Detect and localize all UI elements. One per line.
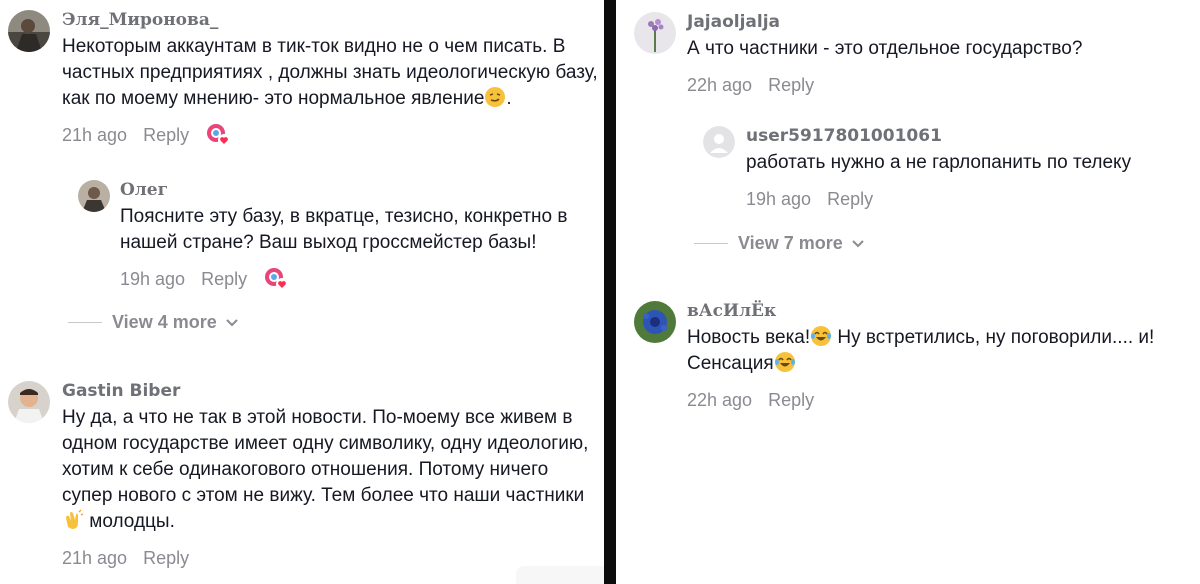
- comment-username[interactable]: Олег: [120, 180, 600, 200]
- divider-line: [68, 322, 102, 323]
- comment-username[interactable]: user5917801001061: [746, 126, 1196, 146]
- comment-text: Новость века! Ну встретились, ну поговор…: [687, 325, 1155, 374]
- avatar[interactable]: [634, 301, 676, 343]
- comment-timestamp: 19h ago: [746, 188, 812, 209]
- laughing-tears-emoji-icon: [774, 351, 796, 373]
- column-divider: [604, 0, 616, 584]
- view-more-replies-button[interactable]: View 4 more: [68, 312, 239, 333]
- avatar[interactable]: [634, 12, 676, 54]
- reply-button[interactable]: Reply: [143, 548, 189, 569]
- chevron-down-icon: [851, 233, 865, 254]
- comment-timestamp: 19h ago: [120, 268, 186, 289]
- avatar[interactable]: [8, 10, 50, 52]
- default-avatar-icon[interactable]: [703, 126, 735, 158]
- view-more-replies-button[interactable]: View 7 more: [694, 233, 865, 254]
- view-more-label: View 7 more: [738, 233, 843, 253]
- comment-timestamp: 22h ago: [687, 389, 753, 410]
- smirk-emoji-icon: [484, 86, 506, 108]
- avatar[interactable]: [8, 381, 50, 423]
- comment-username[interactable]: Эля_Миронова_: [62, 10, 602, 30]
- laughing-tears-emoji-icon: [810, 325, 832, 347]
- comment-username[interactable]: вАсИлЁк: [687, 301, 1199, 321]
- comment-meta: 22h ago Reply: [687, 387, 1199, 413]
- divider-line: [694, 243, 728, 244]
- right-comment-column: Jajaoljalja А что частники - это отдельн…: [616, 0, 1200, 584]
- comment-meta: 19h ago Reply: [120, 266, 600, 292]
- comment-timestamp: 22h ago: [687, 74, 753, 95]
- clap-emoji-icon: [62, 509, 84, 531]
- comment-text: Поясните эту базу, в вкратце, тезисно, к…: [120, 206, 568, 253]
- reply-button[interactable]: Reply: [143, 125, 189, 146]
- avatar[interactable]: [78, 180, 110, 212]
- view-more-label: View 4 more: [112, 312, 217, 332]
- reply-button[interactable]: Reply: [768, 390, 814, 411]
- comment-username[interactable]: Gastin Biber: [62, 381, 602, 401]
- comment-text: Некоторым аккаунтам в тик-ток видно не о…: [62, 36, 598, 109]
- comment-text: Ну да, а что не так в этой новости. По-м…: [62, 407, 589, 532]
- comment-timestamp: 21h ago: [62, 547, 128, 568]
- comment-username[interactable]: Jajaoljalja: [687, 12, 1199, 32]
- bottom-panel-edge: [516, 566, 604, 584]
- comment-meta: 19h ago Reply: [746, 186, 1196, 212]
- comment-text: А что частники - это отдельное государст…: [687, 38, 1083, 59]
- comment-text: работать нужно а не гарлопанить по телек…: [746, 152, 1132, 173]
- reply-button[interactable]: Reply: [201, 269, 247, 290]
- chevron-down-icon: [225, 312, 239, 333]
- comment-timestamp: 21h ago: [62, 124, 128, 145]
- reaction-heart-icon[interactable]: [263, 266, 289, 292]
- comment-meta: 22h ago Reply: [687, 72, 1199, 98]
- reply-button[interactable]: Reply: [827, 189, 873, 210]
- comment-meta: 21h ago Reply: [62, 122, 602, 148]
- reaction-heart-icon[interactable]: [205, 122, 231, 148]
- left-comment-column: Эля_Миронова_ Некоторым аккаунтам в тик-…: [0, 0, 604, 584]
- reply-button[interactable]: Reply: [768, 75, 814, 96]
